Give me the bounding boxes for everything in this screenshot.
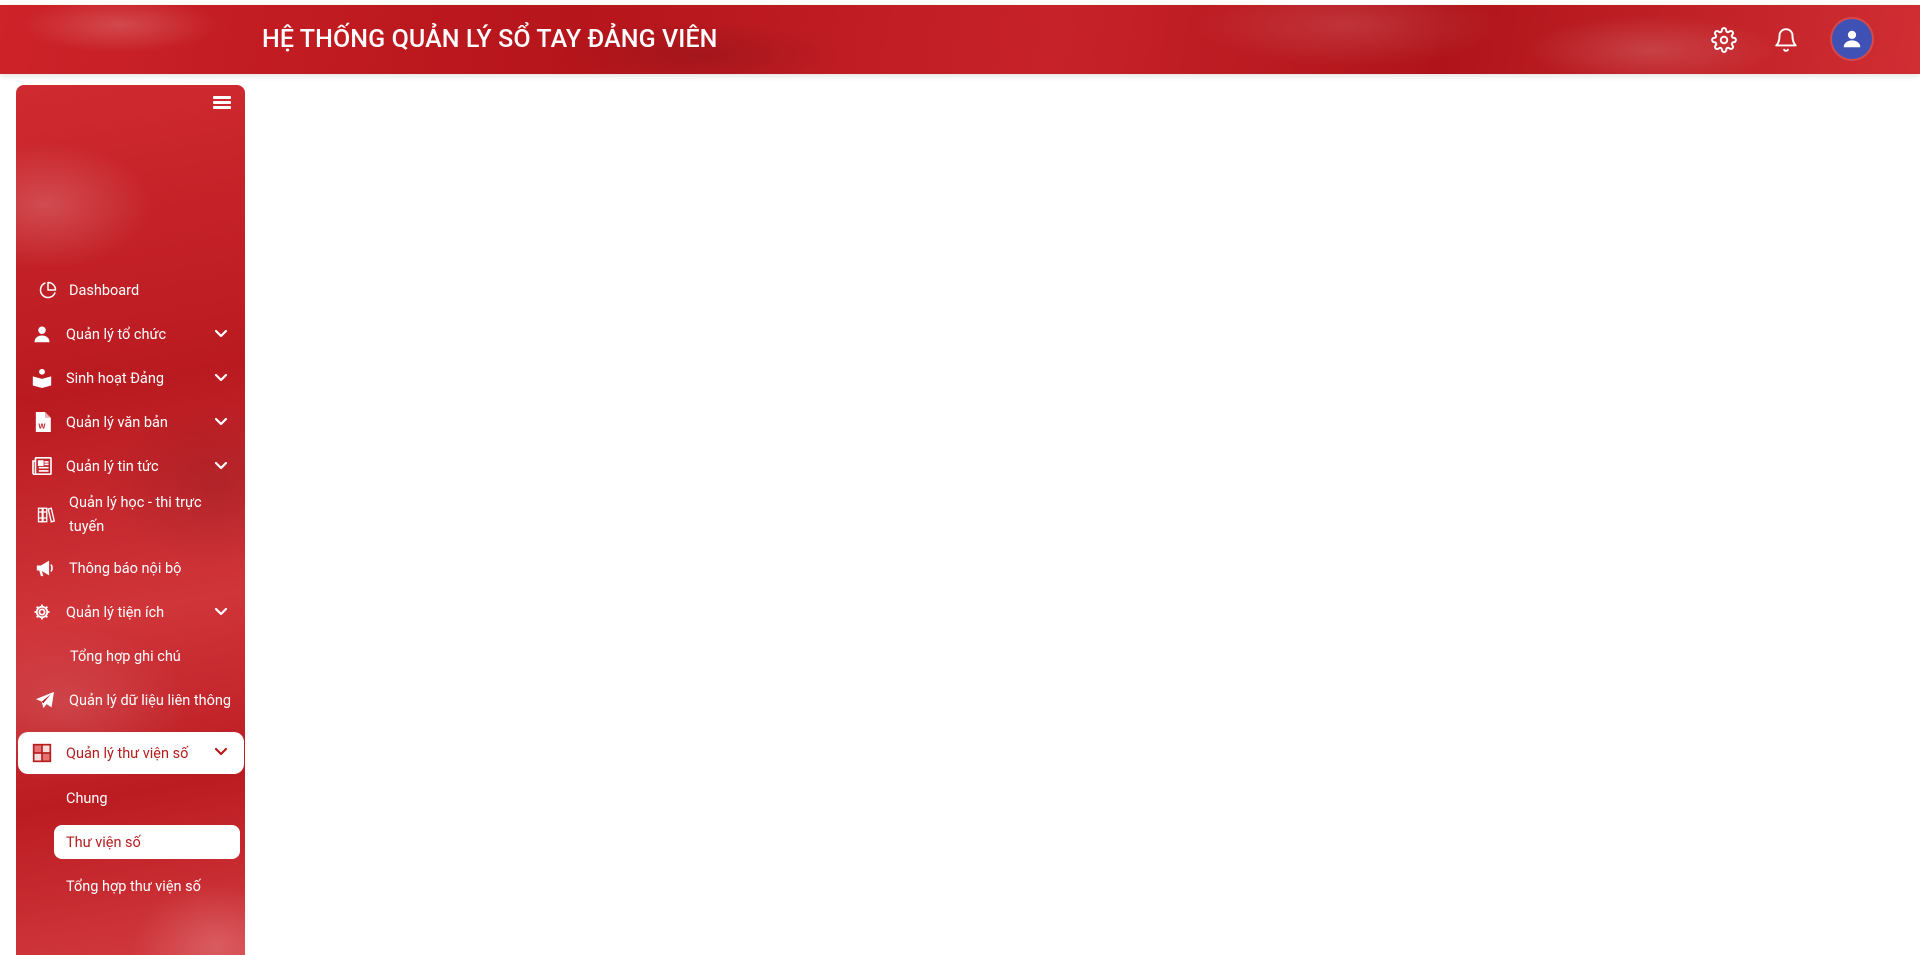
app-title: HỆ THỐNG QUẢN LÝ SỔ TAY ĐẢNG VIÊN	[262, 25, 718, 54]
gear-icon	[1711, 27, 1737, 53]
pie-chart-icon	[38, 280, 58, 300]
hamburger-icon-bar	[213, 96, 231, 99]
paper-plane-icon	[35, 690, 55, 710]
sidebar-item-online-learning[interactable]: Quản lý học - thi trực tuyến	[18, 490, 244, 540]
bell-icon	[1775, 28, 1797, 52]
digital-library-icon	[32, 743, 52, 763]
chevron-down-icon	[214, 747, 228, 756]
sidebar-subitem-digital-library[interactable]: Thư viện số	[54, 825, 240, 859]
sidebar-item-label: Quản lý dữ liệu liên thông	[69, 691, 232, 709]
chevron-down-icon	[214, 373, 228, 382]
sidebar-item-label: Sinh hoạt Đảng	[66, 369, 164, 387]
sidebar-item-label: Quản lý tổ chức	[66, 325, 167, 343]
sidebar: Dashboard Quản lý tổ chức Sinh hoạt Đảng…	[16, 85, 245, 955]
sidebar-item-documents[interactable]: W Quản lý văn bản	[18, 402, 244, 442]
sidebar-item-label: Quản lý học - thi trực tuyến	[69, 494, 202, 535]
sidebar-subitem-label: Thư viện số	[66, 833, 141, 851]
top-header-bar: HỆ THỐNG QUẢN LÝ SỔ TAY ĐẢNG VIÊN	[0, 5, 1920, 74]
chevron-down-icon	[214, 461, 228, 470]
sidebar-item-internal-notice[interactable]: Thông báo nội bộ	[18, 548, 244, 588]
svg-text:W: W	[38, 422, 46, 431]
settings-button[interactable]	[1706, 22, 1742, 58]
sidebar-subitem-library-summary[interactable]: Tổng hợp thư viện số	[54, 869, 240, 903]
sidebar-item-label: Thông báo nội bộ	[69, 559, 182, 577]
sidebar-subitem-general[interactable]: Chung	[54, 781, 240, 815]
hamburger-icon-bar	[213, 106, 231, 109]
chevron-down-icon	[214, 607, 228, 616]
hamburger-icon-bar	[213, 101, 231, 104]
sidebar-subitem-label: Tổng hợp thư viện số	[66, 877, 201, 895]
sidebar-toggle-button[interactable]	[213, 94, 231, 112]
sidebar-item-label: Quản lý văn bản	[66, 413, 168, 431]
notification-button[interactable]	[1768, 22, 1804, 58]
user-icon	[1843, 30, 1861, 48]
reading-person-icon	[32, 368, 52, 388]
sidebar-item-data-integration[interactable]: Quản lý dữ liệu liên thông	[18, 680, 244, 720]
chevron-down-icon	[214, 417, 228, 426]
sidebar-item-label: Tổng hợp ghi chú	[70, 647, 181, 665]
sidebar-item-dashboard[interactable]: Dashboard	[18, 270, 244, 310]
sidebar-item-party-activities[interactable]: Sinh hoạt Đảng	[18, 358, 244, 398]
word-document-icon: W	[32, 412, 52, 432]
sidebar-item-label: Quản lý thư viện số	[66, 744, 189, 762]
sidebar-item-label: Quản lý tin tức	[66, 457, 159, 475]
gear-icon	[32, 602, 52, 622]
sidebar-item-digital-library[interactable]: Quản lý thư viện số	[18, 732, 244, 774]
sidebar-item-notes-summary[interactable]: Tổng hợp ghi chú	[18, 636, 244, 676]
newspaper-icon	[32, 456, 52, 476]
sidebar-item-label: Dashboard	[69, 281, 140, 299]
user-avatar-button[interactable]	[1832, 19, 1872, 59]
sidebar-item-label: Quản lý tiện ích	[66, 603, 165, 621]
megaphone-icon	[35, 558, 55, 578]
sidebar-item-organization[interactable]: Quản lý tổ chức	[18, 314, 244, 354]
chevron-down-icon	[214, 329, 228, 338]
main-content-area	[256, 85, 1920, 955]
library-books-icon	[36, 505, 56, 525]
sidebar-item-utilities[interactable]: Quản lý tiện ích	[18, 592, 244, 632]
sidebar-subitem-label: Chung	[66, 789, 108, 807]
user-icon	[32, 324, 52, 344]
sidebar-item-news[interactable]: Quản lý tin tức	[18, 446, 244, 486]
